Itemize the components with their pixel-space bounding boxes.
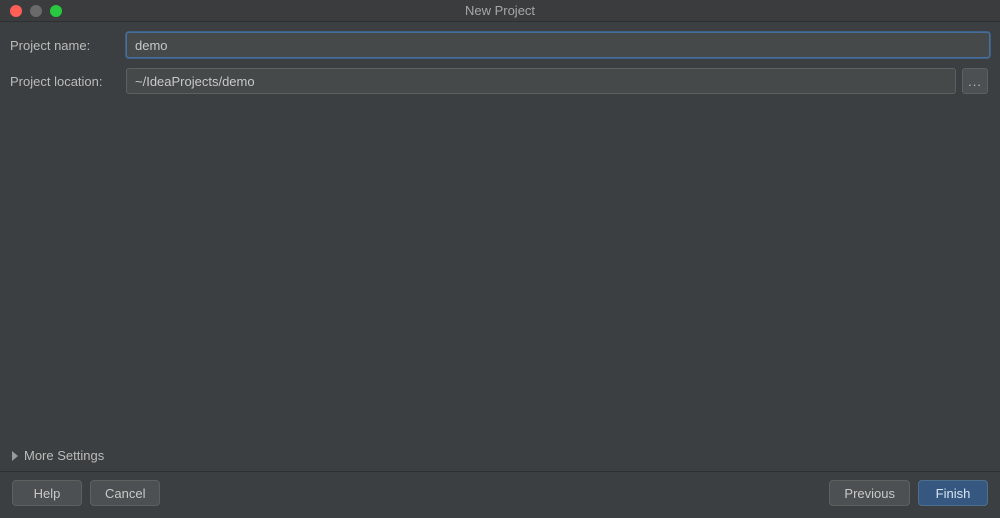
project-location-input[interactable]	[126, 68, 956, 94]
project-name-input[interactable]	[126, 32, 990, 58]
help-button[interactable]: Help	[12, 480, 82, 506]
content-spacer	[0, 94, 1000, 442]
chevron-right-icon	[12, 451, 18, 461]
close-window-icon[interactable]	[10, 5, 22, 17]
window-title: New Project	[0, 3, 1000, 18]
more-settings-toggle[interactable]: More Settings	[0, 442, 1000, 471]
minimize-window-icon[interactable]	[30, 5, 42, 17]
previous-button[interactable]: Previous	[829, 480, 910, 506]
titlebar: New Project	[0, 0, 1000, 22]
window-controls	[0, 5, 62, 17]
ellipsis-icon: ...	[968, 74, 982, 89]
project-name-label: Project name:	[10, 38, 120, 53]
more-settings-label: More Settings	[24, 448, 104, 463]
browse-location-button[interactable]: ...	[962, 68, 988, 94]
project-form: Project name: Project location: ...	[0, 22, 1000, 94]
dialog-footer: Help Cancel Previous Finish	[0, 471, 1000, 518]
zoom-window-icon[interactable]	[50, 5, 62, 17]
project-location-label: Project location:	[10, 74, 120, 89]
finish-button[interactable]: Finish	[918, 480, 988, 506]
cancel-button[interactable]: Cancel	[90, 480, 160, 506]
